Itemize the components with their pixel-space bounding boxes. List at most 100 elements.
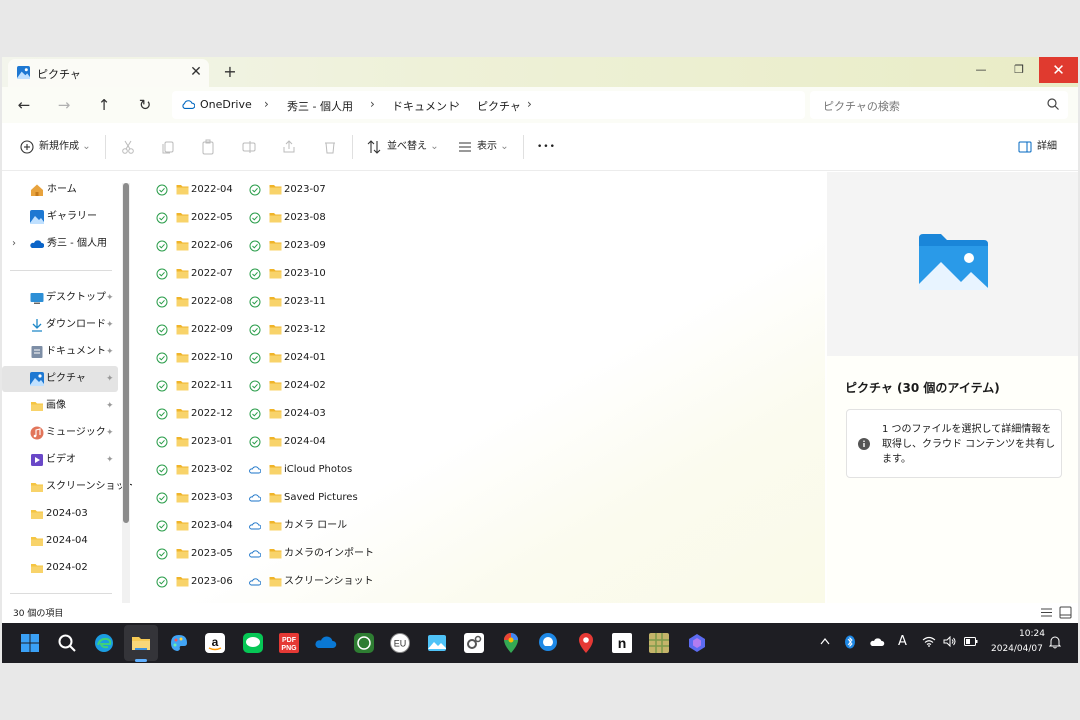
- close-tab-icon[interactable]: ✕: [188, 63, 204, 81]
- folder-item[interactable]: 2023-12: [249, 320, 349, 340]
- sidebar-item-デスクトップ[interactable]: デスクトップ ✦: [2, 285, 118, 311]
- folder-item[interactable]: 2022-08: [156, 292, 256, 312]
- new-tab-button[interactable]: +: [220, 62, 240, 82]
- cut-icon[interactable]: [118, 137, 138, 157]
- folder-item[interactable]: 2022-09: [156, 320, 256, 340]
- folder-item[interactable]: 2023-09: [249, 236, 349, 256]
- refresh-button[interactable]: ↻: [133, 93, 157, 117]
- breadcrumb-personal[interactable]: 秀三 - 個人用: [287, 98, 353, 114]
- sidebar-scroll-thumb[interactable]: [123, 183, 129, 523]
- folder-item[interactable]: カメラ ロール: [249, 516, 349, 536]
- folder-item[interactable]: 2022-12: [156, 404, 256, 424]
- folder-item[interactable]: 2022-07: [156, 264, 256, 284]
- sidebar-item-2024-04[interactable]: 2024-04: [2, 528, 118, 554]
- breadcrumb-separator[interactable]: ›: [527, 97, 532, 111]
- pdf-png-icon[interactable]: PDFPNG: [277, 631, 301, 655]
- paste-icon[interactable]: [198, 137, 218, 157]
- breadcrumb[interactable]: OneDrive › 秀三 - 個人用 › ドキュメント › ピクチャ ›: [172, 91, 805, 119]
- rename-icon[interactable]: [239, 137, 259, 157]
- location-icon[interactable]: [536, 631, 560, 655]
- pin-icon[interactable]: [574, 631, 598, 655]
- folder-item[interactable]: 2023-05: [156, 544, 256, 564]
- search-input[interactable]: ピクチャの検索: [810, 91, 1068, 119]
- folder-item[interactable]: 2023-04: [156, 516, 256, 536]
- tiles-view-icon[interactable]: [1059, 606, 1072, 619]
- windows-start-icon[interactable]: [18, 631, 42, 655]
- share-icon[interactable]: [279, 137, 299, 157]
- notion-icon[interactable]: n: [610, 631, 634, 655]
- folder-item[interactable]: 2022-06: [156, 236, 256, 256]
- forward-button[interactable]: →: [52, 93, 76, 117]
- copy-icon[interactable]: [158, 137, 178, 157]
- view-button[interactable]: 表示 ⌄: [477, 137, 509, 157]
- battery-icon[interactable]: [964, 637, 978, 646]
- restore-button[interactable]: ❐: [1000, 57, 1038, 83]
- maps-pin-icon[interactable]: [499, 631, 523, 655]
- details-view-icon[interactable]: [1040, 606, 1053, 619]
- close-window-button[interactable]: ✕: [1039, 57, 1078, 83]
- folder-item[interactable]: スクリーンショット: [249, 572, 374, 592]
- notification-bell-icon[interactable]: [1049, 635, 1061, 649]
- sidebar-item-ミュージック[interactable]: ミュージック ✦: [2, 420, 118, 446]
- amazon-icon[interactable]: a: [203, 631, 227, 655]
- breadcrumb-pictures[interactable]: ピクチャ: [477, 98, 521, 114]
- folder-item[interactable]: 2023-08: [249, 208, 349, 228]
- folder-item[interactable]: 2022-05: [156, 208, 256, 228]
- map-icon[interactable]: [647, 631, 671, 655]
- clock-time[interactable]: 10:24: [1019, 629, 1045, 639]
- back-button[interactable]: ←: [12, 93, 36, 117]
- folder-item[interactable]: 2024-04: [249, 432, 349, 452]
- folder-item[interactable]: 2022-10: [156, 348, 256, 368]
- breadcrumb-documents[interactable]: ドキュメント: [392, 98, 458, 114]
- edge-icon[interactable]: [92, 631, 116, 655]
- sidebar-item-home[interactable]: ホーム: [2, 177, 118, 203]
- paint-icon[interactable]: [167, 631, 191, 655]
- ime-indicator[interactable]: A: [898, 634, 907, 649]
- minimize-button[interactable]: —: [962, 57, 1000, 83]
- volume-icon[interactable]: [943, 636, 957, 647]
- folder-item[interactable]: カメラのインポート: [249, 544, 374, 564]
- folder-item[interactable]: iCloud Photos: [249, 460, 352, 480]
- details-button[interactable]: 詳細: [1037, 137, 1057, 157]
- folder-item[interactable]: Saved Pictures: [249, 488, 358, 508]
- sidebar-item-ダウンロード[interactable]: ダウンロード ✦: [2, 312, 118, 338]
- folder-item[interactable]: 2024-01: [249, 348, 349, 368]
- sidebar-item-ドキュメント[interactable]: ドキュメント ✦: [2, 339, 118, 365]
- onedrive-icon[interactable]: [314, 631, 338, 655]
- folder-item[interactable]: 2023-01: [156, 432, 256, 452]
- sort-button[interactable]: 並べ替え ⌄: [387, 137, 439, 157]
- up-button[interactable]: ↑: [92, 93, 116, 117]
- sidebar-item-ビデオ[interactable]: ビデオ ✦: [2, 447, 118, 473]
- wifi-icon[interactable]: [922, 636, 936, 647]
- whatsapp-icon[interactable]: [352, 631, 376, 655]
- breadcrumb-separator[interactable]: ›: [455, 97, 460, 111]
- onedrive-tray-icon[interactable]: [869, 637, 885, 647]
- copilot-icon[interactable]: [685, 631, 709, 655]
- new-button[interactable]: 新規作成 ⌄: [39, 137, 91, 157]
- sidebar-item-ピクチャ[interactable]: ピクチャ ✦: [2, 366, 118, 392]
- chevron-up-icon[interactable]: [820, 637, 830, 645]
- line-icon[interactable]: [241, 631, 265, 655]
- more-options-button[interactable]: •••: [537, 137, 556, 157]
- folder-item[interactable]: 2023-11: [249, 292, 349, 312]
- sidebar-item-スクリーンショット[interactable]: スクリーンショット: [2, 474, 136, 500]
- bluetooth-icon[interactable]: [844, 635, 856, 649]
- settings-icon[interactable]: [462, 631, 486, 655]
- sidebar-item-2024-03[interactable]: 2024-03: [2, 501, 118, 527]
- sidebar-item-cloud[interactable]: › 秀三 - 個人用: [2, 231, 118, 257]
- delete-icon[interactable]: [320, 137, 340, 157]
- expand-chevron-icon[interactable]: ›: [12, 231, 16, 257]
- photos-icon[interactable]: [425, 631, 449, 655]
- folder-item[interactable]: 2022-04: [156, 180, 256, 200]
- folder-item[interactable]: 2022-11: [156, 376, 256, 396]
- breadcrumb-onedrive[interactable]: OneDrive: [200, 98, 252, 111]
- search-icon[interactable]: [55, 631, 79, 655]
- sidebar-item-画像[interactable]: 画像 ✦: [2, 393, 118, 419]
- folder-item[interactable]: 2023-06: [156, 572, 256, 592]
- tab-pictures[interactable]: ピクチャ ✕: [8, 59, 209, 87]
- folder-item[interactable]: 2023-07: [249, 180, 349, 200]
- folder-item[interactable]: 2024-02: [249, 376, 349, 396]
- breadcrumb-separator[interactable]: ›: [264, 97, 269, 111]
- clock-date[interactable]: 2024/04/07: [991, 644, 1043, 654]
- folder-item[interactable]: 2023-03: [156, 488, 256, 508]
